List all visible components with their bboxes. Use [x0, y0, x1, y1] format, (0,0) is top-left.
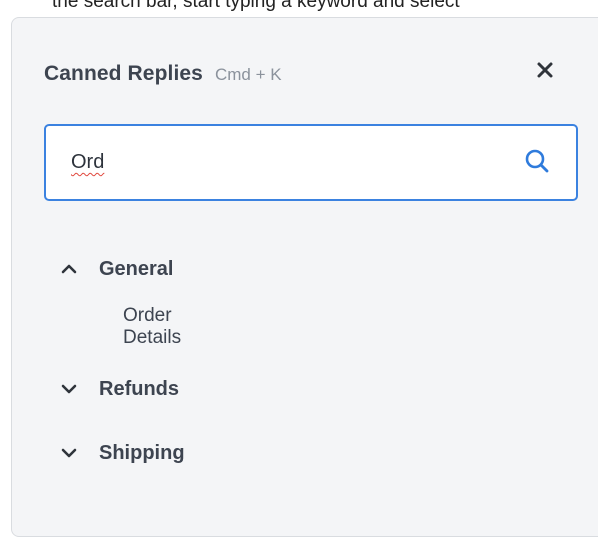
close-icon	[537, 62, 553, 78]
chevron-up-icon	[61, 264, 77, 274]
tree-group-refunds[interactable]: Refunds	[58, 373, 179, 405]
panel-title: Canned Replies	[44, 62, 203, 85]
keyboard-shortcut-hint: Cmd + K	[214, 65, 282, 84]
search-input[interactable]: Ord	[44, 124, 578, 201]
background-caption: the search bar, start typing a keyword a…	[52, 0, 460, 12]
chevron-down-icon	[61, 384, 77, 394]
tree-group-label: General	[99, 257, 174, 280]
panel-header: Canned Replies Cmd + K	[44, 62, 282, 86]
search-input-value[interactable]: Ord	[71, 151, 104, 174]
tree-group-label: Refunds	[99, 377, 179, 400]
tree-item-label: Order Details	[123, 305, 182, 348]
tree-group-shipping[interactable]: Shipping	[58, 437, 185, 469]
canned-replies-panel: Canned Replies Cmd + K Ord General Order…	[11, 17, 598, 537]
tree-group-general[interactable]: General	[58, 253, 173, 285]
tree-group-label: Shipping	[99, 441, 185, 464]
tree-item-order-details[interactable]: Order Details	[123, 305, 181, 348]
close-button[interactable]	[531, 56, 559, 84]
chevron-down-icon	[61, 448, 77, 458]
search-icon[interactable]	[523, 147, 551, 175]
